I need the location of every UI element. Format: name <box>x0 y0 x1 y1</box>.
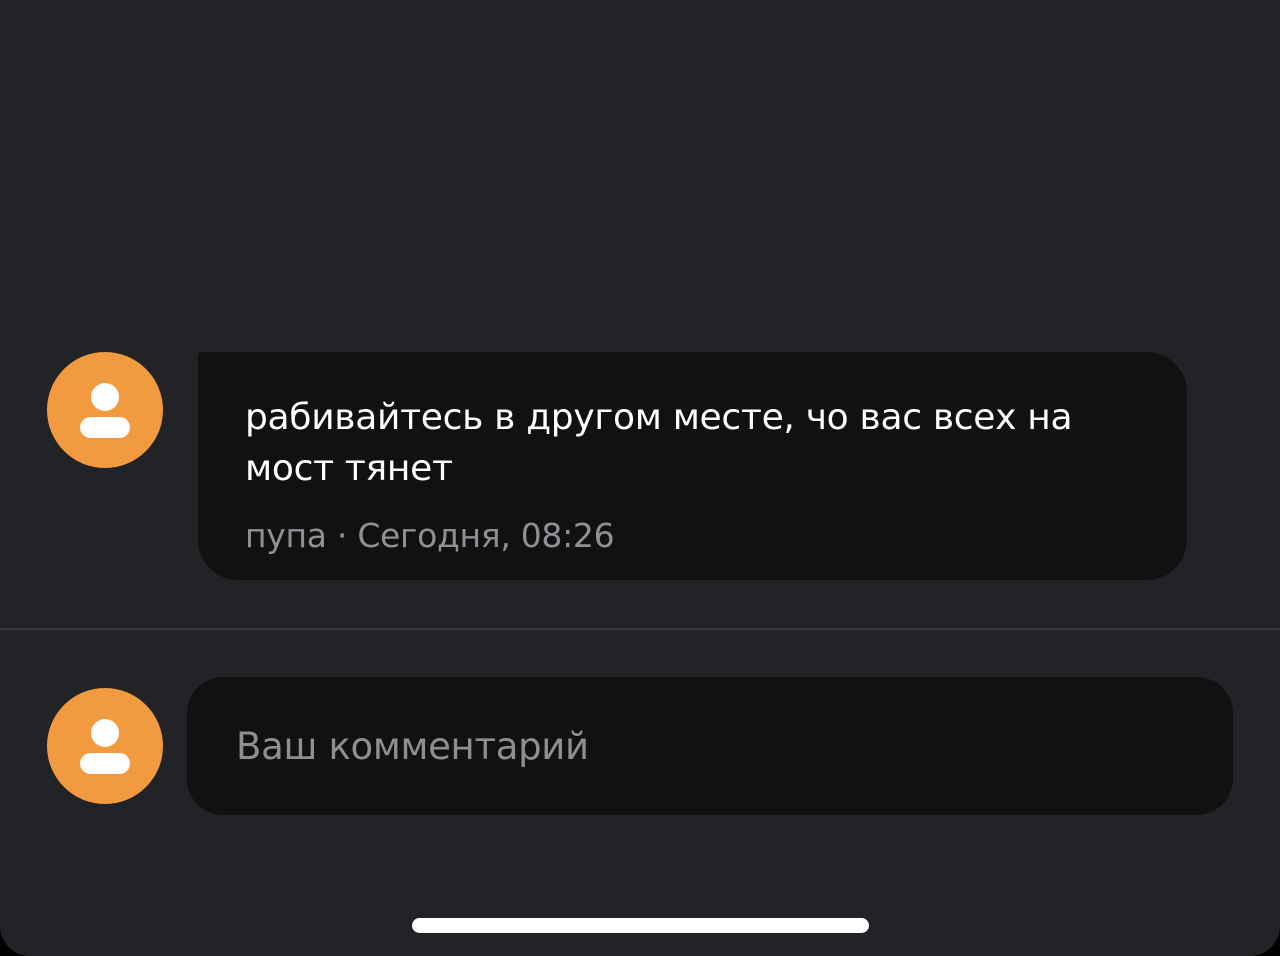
user-silhouette-icon <box>80 719 130 774</box>
comment-author-name[interactable]: пупа <box>245 516 327 555</box>
comment-input[interactable] <box>236 716 1136 776</box>
comment-composer[interactable] <box>187 677 1233 815</box>
home-indicator[interactable] <box>412 918 869 933</box>
comment-author-avatar[interactable] <box>47 352 163 468</box>
comment-timestamp: Сегодня, 08:26 <box>357 516 615 555</box>
section-divider <box>0 628 1280 630</box>
comment-meta: пупа · Сегодня, 08:26 <box>245 516 1147 556</box>
current-user-avatar <box>47 688 163 804</box>
user-silhouette-icon <box>80 383 130 438</box>
comments-screen: рабивайтесь в другом месте, чо вас всех … <box>0 0 1280 956</box>
meta-separator: · <box>336 516 348 555</box>
comment-bubble[interactable]: рабивайтесь в другом месте, чо вас всех … <box>198 352 1187 580</box>
comment-text: рабивайтесь в другом месте, чо вас всех … <box>245 397 1073 489</box>
